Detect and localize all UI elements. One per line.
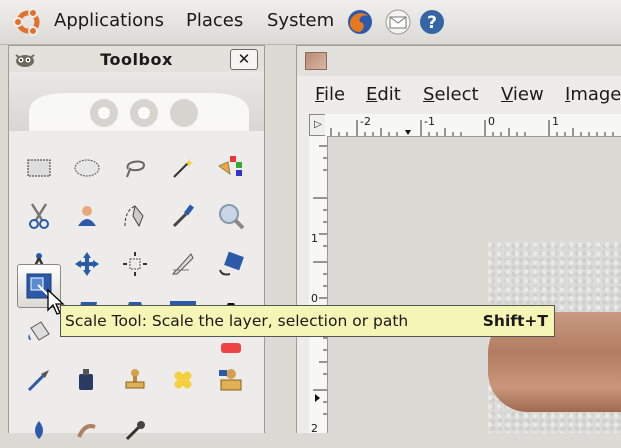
help-icon[interactable]: ? [418, 8, 446, 41]
toolbox-title: Toolbox [100, 50, 173, 69]
firefox-icon[interactable] [346, 8, 374, 41]
tooltip-shortcut: Shift+T [482, 312, 548, 330]
rect-select-tool[interactable] [19, 148, 59, 188]
move-icon [75, 252, 99, 276]
ruler-label: -1 [424, 115, 435, 128]
applications-menu[interactable]: Applications [54, 10, 164, 31]
ruler-pointer-icon [315, 394, 320, 402]
perspective-clone-tool[interactable] [211, 360, 251, 400]
tooltip-text: Scale Tool: Scale the layer, selection o… [65, 312, 409, 330]
ruler-vertical[interactable]: 1 0 2 [309, 136, 328, 435]
align-icon [123, 252, 147, 276]
free-select-tool[interactable] [115, 148, 155, 188]
blur-tool[interactable] [19, 408, 59, 448]
dodge-burn-tool[interactable] [115, 408, 155, 448]
crop-tool[interactable] [163, 244, 203, 284]
water-drop-icon [35, 421, 43, 439]
ruler-pointer-icon [405, 130, 411, 135]
image-titlebar[interactable] [297, 46, 621, 76]
lasso-icon [126, 160, 146, 178]
heal-tool[interactable] [163, 360, 203, 400]
rotate-tool[interactable] [211, 244, 251, 284]
foreground-select-icon [78, 206, 96, 226]
places-menu[interactable]: Places [186, 10, 243, 31]
toolbox-window: Toolbox ✕ [8, 45, 265, 441]
smudge-icon [77, 424, 96, 438]
airbrush-icon [27, 370, 49, 392]
system-menu[interactable]: System [267, 10, 334, 31]
bucket-icon [28, 321, 50, 341]
ink-tool[interactable] [67, 360, 107, 400]
scale-tool-tooltip: Scale Tool: Scale the layer, selection o… [60, 305, 555, 337]
scissors-select-tool[interactable] [19, 196, 59, 236]
crop-knife-icon [171, 253, 194, 275]
eyedropper-icon [172, 204, 194, 228]
fuzzy-select-tool[interactable] [163, 148, 203, 188]
ellipse-select-icon [74, 159, 100, 177]
paths-tool[interactable] [115, 196, 155, 236]
ruler-label: 1 [311, 232, 318, 245]
ellipse-select-tool[interactable] [67, 148, 107, 188]
top-panel: Applications Places System ? [0, 0, 621, 45]
magnifier-icon [219, 204, 245, 230]
menu-edit[interactable]: Edit [366, 84, 401, 105]
menu-view[interactable]: View [501, 84, 544, 105]
clone-tool[interactable] [115, 360, 155, 400]
toolbox-titlebar[interactable]: Toolbox ✕ [9, 46, 264, 72]
image-menubar: File Edit Select View Image [297, 78, 621, 108]
paths-icon [124, 204, 144, 228]
bandage-icon [174, 371, 192, 389]
rotate-icon [219, 251, 244, 276]
menu-select[interactable]: Select [423, 84, 479, 105]
menu-file[interactable]: File [315, 84, 345, 105]
zoom-tool[interactable] [211, 196, 251, 236]
image-thumbnail-icon [305, 52, 327, 70]
color-picker-tool[interactable] [163, 196, 203, 236]
smudge-tool[interactable] [67, 408, 107, 448]
ruler-label: 1 [552, 115, 559, 128]
move-tool[interactable] [67, 244, 107, 284]
foreground-select-tool[interactable] [67, 196, 107, 236]
align-tool[interactable] [115, 244, 155, 284]
menu-image[interactable]: Image [565, 84, 621, 105]
airbrush-tool[interactable] [19, 360, 59, 400]
ruler-label: -2 [360, 115, 371, 128]
select-by-color-tool[interactable] [211, 148, 251, 188]
magic-wand-icon [173, 158, 194, 178]
close-button[interactable]: ✕ [230, 49, 258, 70]
ruler-label: 2 [311, 422, 318, 435]
clone-stamp-icon [125, 369, 145, 389]
dodge-burn-icon [125, 421, 145, 441]
svg-text:?: ? [427, 13, 437, 33]
ruler-label: 0 [311, 292, 318, 305]
perspective-clone-icon [219, 369, 242, 391]
wilber-banner [9, 73, 264, 131]
image-window: File Edit Select View Image ▷ -2 -1 0 1 [296, 45, 621, 435]
ruler-label: 0 [488, 115, 495, 128]
ubuntu-logo-icon[interactable] [12, 8, 44, 41]
select-by-color-icon [218, 156, 242, 176]
rect-select-icon [27, 159, 51, 177]
scissors-icon [29, 203, 49, 229]
eraser-icon [221, 343, 241, 353]
mail-icon[interactable] [384, 8, 412, 41]
ruler-vertical-ticks [313, 145, 327, 415]
ruler-horizontal[interactable]: -2 -1 0 1 [325, 114, 621, 137]
ink-bottle-icon [79, 369, 93, 390]
